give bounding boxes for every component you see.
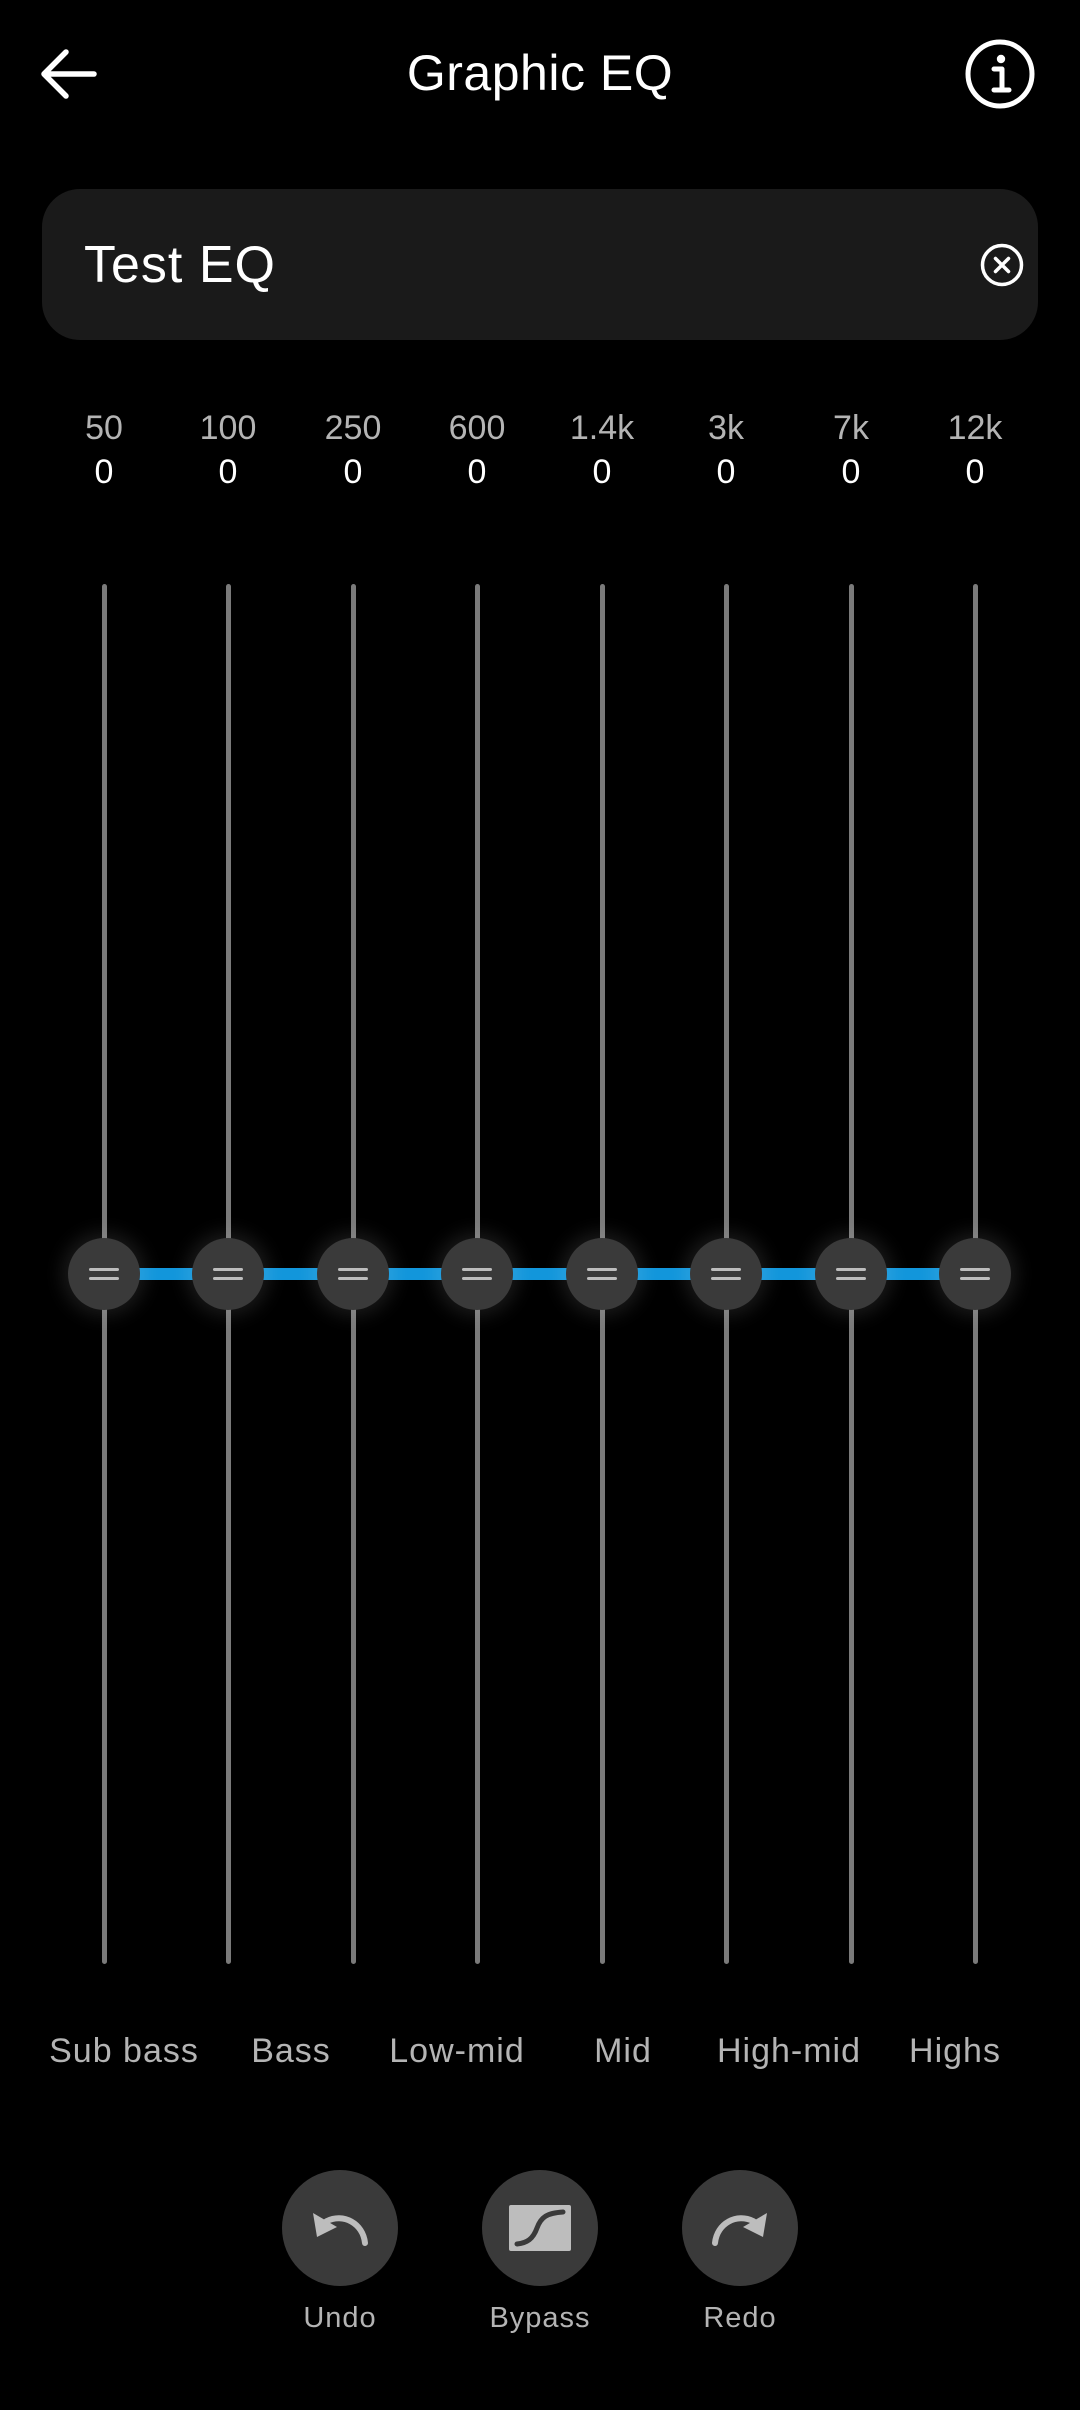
- close-circle-icon: [980, 243, 1024, 287]
- frequency-range-label: Highs: [909, 2032, 1001, 2070]
- frequency-range-label: Low-mid: [389, 2032, 525, 2070]
- band-header: 250 0: [293, 406, 413, 494]
- eq-slider-thumb[interactable]: [566, 1238, 638, 1310]
- band-gain-value: 0: [965, 453, 985, 491]
- eq-slider-thumb[interactable]: [68, 1238, 140, 1310]
- frequency-range-label: High-mid: [716, 2032, 862, 2070]
- clear-name-button[interactable]: [972, 235, 1032, 295]
- eq-slider-thumb[interactable]: [317, 1238, 389, 1310]
- band-frequency: 1.4k: [569, 409, 635, 447]
- frequency-range-label: Sub bass: [49, 2032, 199, 2070]
- drag-handle-icon: [462, 1266, 492, 1282]
- page-title: Graphic EQ: [406, 45, 674, 101]
- band-gain-value: 0: [592, 453, 612, 491]
- undo-action: Undo: [260, 2170, 420, 2335]
- redo-label: Redo: [703, 2302, 777, 2334]
- band-header: 100 0: [168, 406, 288, 494]
- drag-handle-icon: [836, 1266, 866, 1282]
- preset-name-field: [42, 189, 1038, 340]
- band-frequency: 12k: [947, 409, 1003, 447]
- undo-label: Undo: [303, 2302, 377, 2334]
- redo-button[interactable]: [682, 2170, 798, 2286]
- band-gain-value: 0: [841, 453, 861, 491]
- bypass-action: Bypass: [460, 2170, 620, 2335]
- drag-handle-icon: [960, 1266, 990, 1282]
- band-gain-value: 0: [716, 453, 736, 491]
- redo-action: Redo: [660, 2170, 820, 2335]
- undo-button[interactable]: [282, 2170, 398, 2286]
- bypass-label: Bypass: [489, 2302, 591, 2334]
- band-header: 600 0: [417, 406, 537, 494]
- info-icon: [965, 39, 1035, 109]
- drag-handle-icon: [338, 1266, 368, 1282]
- eq-slider-thumb[interactable]: [690, 1238, 762, 1310]
- band-gain-value: 0: [343, 453, 363, 491]
- bypass-icon: [509, 2205, 571, 2251]
- eq-slider-thumb[interactable]: [939, 1238, 1011, 1310]
- eq-slider-thumb[interactable]: [441, 1238, 513, 1310]
- band-frequency: 100: [199, 409, 257, 447]
- band-header: 1.4k 0: [542, 406, 662, 494]
- eq-sliders: [0, 580, 1080, 1966]
- band-frequency: 250: [324, 409, 382, 447]
- drag-handle-icon: [213, 1266, 243, 1282]
- band-header: 12k 0: [915, 406, 1035, 494]
- drag-handle-icon: [89, 1266, 119, 1282]
- undo-icon: [313, 2213, 368, 2246]
- header: Graphic EQ: [0, 0, 1080, 150]
- redo-icon: [712, 2213, 767, 2246]
- band-gain-value: 0: [218, 453, 238, 491]
- band-frequency: 600: [448, 409, 506, 447]
- eq-slider-thumb[interactable]: [815, 1238, 887, 1310]
- band-frequency: 7k: [833, 409, 869, 447]
- frequency-range-label: Mid: [594, 2032, 652, 2070]
- band-header: 3k 0: [666, 406, 786, 494]
- frequency-range-label: Bass: [251, 2032, 331, 2070]
- band-frequency: 3k: [708, 409, 744, 447]
- band-gain-value: 0: [467, 453, 487, 491]
- band-gain-value: 0: [94, 453, 114, 491]
- eq-slider-thumb[interactable]: [192, 1238, 264, 1310]
- band-header: 50 0: [44, 406, 164, 494]
- preset-name-input[interactable]: [84, 189, 904, 340]
- drag-handle-icon: [711, 1266, 741, 1282]
- bypass-button[interactable]: [482, 2170, 598, 2286]
- info-button[interactable]: [962, 36, 1038, 112]
- band-header: 7k 0: [791, 406, 911, 494]
- drag-handle-icon: [587, 1266, 617, 1282]
- band-frequency: 50: [85, 409, 123, 447]
